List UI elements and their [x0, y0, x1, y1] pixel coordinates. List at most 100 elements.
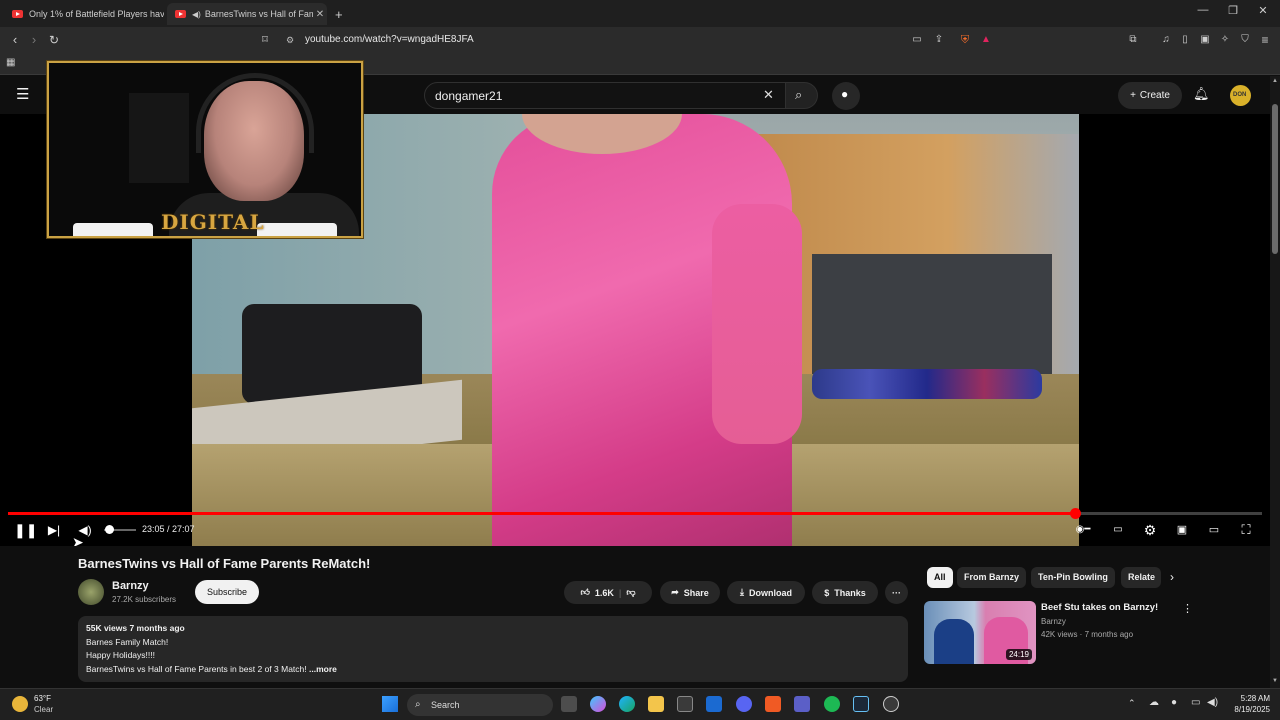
taskbar-search-label: Search [431, 700, 460, 710]
chip-all[interactable]: All [927, 567, 953, 588]
guide-menu-icon[interactable]: ☰ [16, 85, 29, 103]
apps-grid-icon[interactable]: ▦ [6, 57, 15, 68]
progress-bar[interactable] [8, 508, 1262, 519]
account-avatar[interactable]: DON [1230, 85, 1251, 106]
settings-gear-icon[interactable]: ⚙ [1140, 519, 1160, 541]
captions-icon[interactable]: ▭ [1108, 519, 1128, 541]
onedrive-icon[interactable]: ☁ [1149, 697, 1159, 708]
browser-tab-active[interactable]: ◀) BarnesTwins vs Hall of Fame I ✕ [167, 3, 327, 25]
volume-knob[interactable] [104, 525, 114, 534]
tray-overflow-icon[interactable]: ⌃ [1128, 698, 1136, 709]
download-button[interactable]: ⤓ Download [727, 581, 805, 604]
like-dislike-group: 👍︎ 1.6K | 👎︎ [564, 581, 652, 604]
task-view-icon[interactable] [561, 696, 577, 712]
window-close-icon[interactable]: ✕ [1248, 4, 1278, 17]
theater-mode-icon[interactable]: ▭ [1204, 519, 1224, 541]
search-icon: ⌕ [795, 87, 803, 102]
minimize-icon[interactable]: — [1188, 4, 1218, 16]
menu-icon[interactable]: ≡ [1256, 31, 1274, 49]
teams-icon[interactable] [794, 696, 810, 712]
maximize-icon[interactable]: ❐ [1218, 4, 1248, 17]
clear-search-icon[interactable]: ✕ [763, 87, 774, 103]
channel-name[interactable]: Barnzy [112, 580, 149, 592]
search-input[interactable]: dongamer21 [435, 89, 502, 103]
outlook-icon[interactable] [706, 696, 722, 712]
reload-icon[interactable]: ↻ [45, 31, 63, 49]
search-box[interactable]: dongamer21 ✕ [424, 82, 786, 109]
microphone-tray-icon[interactable]: ● [1171, 697, 1177, 708]
brave-rewards-icon[interactable]: ▲ [977, 31, 995, 49]
network-icon[interactable]: ▭ [1191, 697, 1200, 708]
chip-ten-pin-bowling[interactable]: Ten-Pin Bowling [1031, 567, 1115, 588]
address-bar[interactable]: ⚙ youtube.com/watch?v=wngadHE8JFA [278, 30, 998, 50]
back-icon[interactable]: ‹ [6, 31, 24, 49]
vpn-icon[interactable]: ⛉ [1236, 31, 1254, 49]
page-scrollbar[interactable]: ▲ ▼ [1270, 76, 1280, 688]
audio-playing-icon[interactable]: ◀) [192, 10, 201, 19]
wallet-icon[interactable]: ▣ [1196, 31, 1214, 49]
scrollbar-thumb[interactable] [1272, 104, 1278, 254]
weather-moon-icon[interactable] [12, 696, 28, 712]
scroll-up-icon[interactable]: ▲ [1272, 78, 1278, 84]
discord-icon[interactable] [736, 696, 752, 712]
more-actions-button[interactable]: ··· [885, 581, 908, 604]
chip-related[interactable]: Relate [1121, 567, 1161, 588]
like-button[interactable]: 👍︎ 1.6K [580, 587, 613, 598]
voice-search-button[interactable]: ● [832, 82, 860, 110]
recommendation-menu-icon[interactable]: ⋮ [1182, 602, 1193, 615]
taskbar-clock-time[interactable]: 5:28 AM [1226, 694, 1270, 703]
miniplayer-icon[interactable]: ▣ [1172, 519, 1192, 541]
avatar-text: DON [1233, 92, 1247, 98]
recommendation-title[interactable]: Beef Stu takes on Barnzy! [1041, 602, 1158, 613]
search-button[interactable]: ⌕ [786, 82, 818, 109]
bookmark-icon[interactable]: ⌑ [256, 31, 274, 49]
file-explorer-icon[interactable] [648, 696, 664, 712]
thanks-button[interactable]: $ Thanks [812, 581, 878, 604]
autoplay-toggle[interactable]: ◉━ [1072, 519, 1094, 541]
share-button[interactable]: ➦ Share [660, 581, 720, 604]
spotify-icon[interactable] [824, 696, 840, 712]
chip-scroll-right-icon[interactable]: › [1170, 570, 1174, 584]
extensions-icon[interactable]: ⧉ [1124, 31, 1142, 49]
show-more-link[interactable]: ...more [309, 664, 337, 674]
edge-icon[interactable] [619, 696, 635, 712]
share-icon: ➦ [671, 587, 679, 597]
dislike-button[interactable]: 👎︎ [626, 587, 635, 598]
windows-start-icon[interactable] [382, 696, 398, 712]
taskbar-clock-date[interactable]: 8/19/2025 [1218, 705, 1270, 714]
recommendation-channel[interactable]: Barnzy [1041, 617, 1066, 626]
fullscreen-icon[interactable]: ⛶ [1236, 519, 1256, 541]
description-box[interactable]: 55K views 7 months ago Barnes Family Mat… [78, 616, 908, 682]
chip-from-barnzy[interactable]: From Barnzy [957, 567, 1027, 588]
channel-avatar[interactable] [78, 579, 104, 605]
browser-tab-battlefield[interactable]: Only 1% of Battlefield Players have t [4, 3, 164, 25]
scroll-down-icon[interactable]: ▼ [1272, 678, 1278, 684]
taskbar-search[interactable]: ⌕ Search [407, 694, 553, 716]
obs-icon[interactable] [883, 696, 899, 712]
speaker-icon[interactable]: ◀) [1207, 697, 1218, 708]
search-icon: ⌕ [415, 699, 421, 710]
sidebar-icon[interactable]: ▯ [1176, 31, 1194, 49]
site-info-icon[interactable]: ⚙ [286, 30, 294, 50]
forward-icon[interactable]: › [25, 31, 43, 49]
share-page-icon[interactable]: ⇪ [930, 31, 948, 49]
recommendation-thumbnail[interactable]: 24:19 [924, 601, 1036, 664]
steam-icon[interactable] [853, 696, 869, 712]
create-button[interactable]: + Create [1118, 82, 1182, 109]
store-icon[interactable] [677, 696, 693, 712]
subscribe-button[interactable]: Subscribe [195, 580, 259, 604]
next-video-button[interactable]: ▶| [45, 519, 63, 541]
close-tab-icon[interactable]: ✕ [313, 9, 327, 20]
notifications-bell-icon[interactable]: 🔔︎ [1193, 86, 1210, 102]
pause-button[interactable]: ❚❚ [14, 519, 37, 541]
leo-ai-icon[interactable]: ✧ [1216, 31, 1234, 49]
media-icon[interactable]: ♫ [1157, 31, 1175, 49]
brave-shields-icon[interactable]: ⛨ [956, 31, 974, 49]
progress-scrubber[interactable] [1070, 508, 1082, 519]
brave-icon[interactable] [765, 696, 781, 712]
recommendation-meta: 42K views · 7 months ago [1041, 630, 1134, 639]
copilot-icon[interactable] [590, 696, 606, 712]
cast-icon[interactable]: ▭ [908, 31, 926, 49]
new-tab-button[interactable]: + [333, 3, 351, 25]
webcam-background [129, 93, 189, 183]
